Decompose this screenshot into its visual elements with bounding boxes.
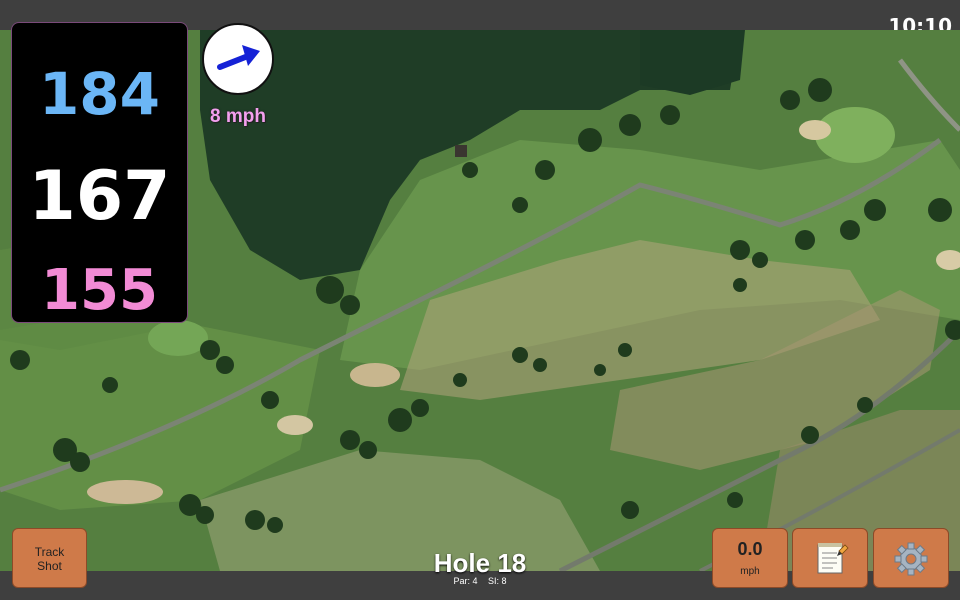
wind-speed-unit: mph <box>740 566 760 577</box>
wind-speed-label: 8 mph <box>210 106 266 127</box>
track-shot-button[interactable]: Track Shot <box>12 528 87 588</box>
front-distance: 155 <box>41 258 158 323</box>
hole-stroke-index: SI: 8 <box>488 576 507 586</box>
track-shot-label-line1: Track <box>34 545 65 559</box>
hole-par: Par: 4 <box>453 576 478 586</box>
distance-panel: 184 167 155 <box>11 22 188 323</box>
hole-title: Hole 18 <box>433 548 527 578</box>
hole-info: Par: 4 SI: 8 <box>380 576 580 586</box>
arrow-right-up-icon <box>217 45 260 70</box>
wind-direction-indicator <box>202 23 274 95</box>
track-shot-label-line2: Shot <box>37 559 62 573</box>
notepad-icon <box>817 543 849 574</box>
back-distance: 184 <box>38 60 161 128</box>
wind-speed-button[interactable]: 0.0 mph <box>712 528 788 588</box>
middle-distance: 167 <box>28 157 171 236</box>
gear-icon <box>894 542 928 576</box>
settings-button[interactable] <box>873 528 949 588</box>
scorecard-button[interactable] <box>792 528 868 588</box>
wind-speed-value: 0.0 <box>737 539 763 559</box>
